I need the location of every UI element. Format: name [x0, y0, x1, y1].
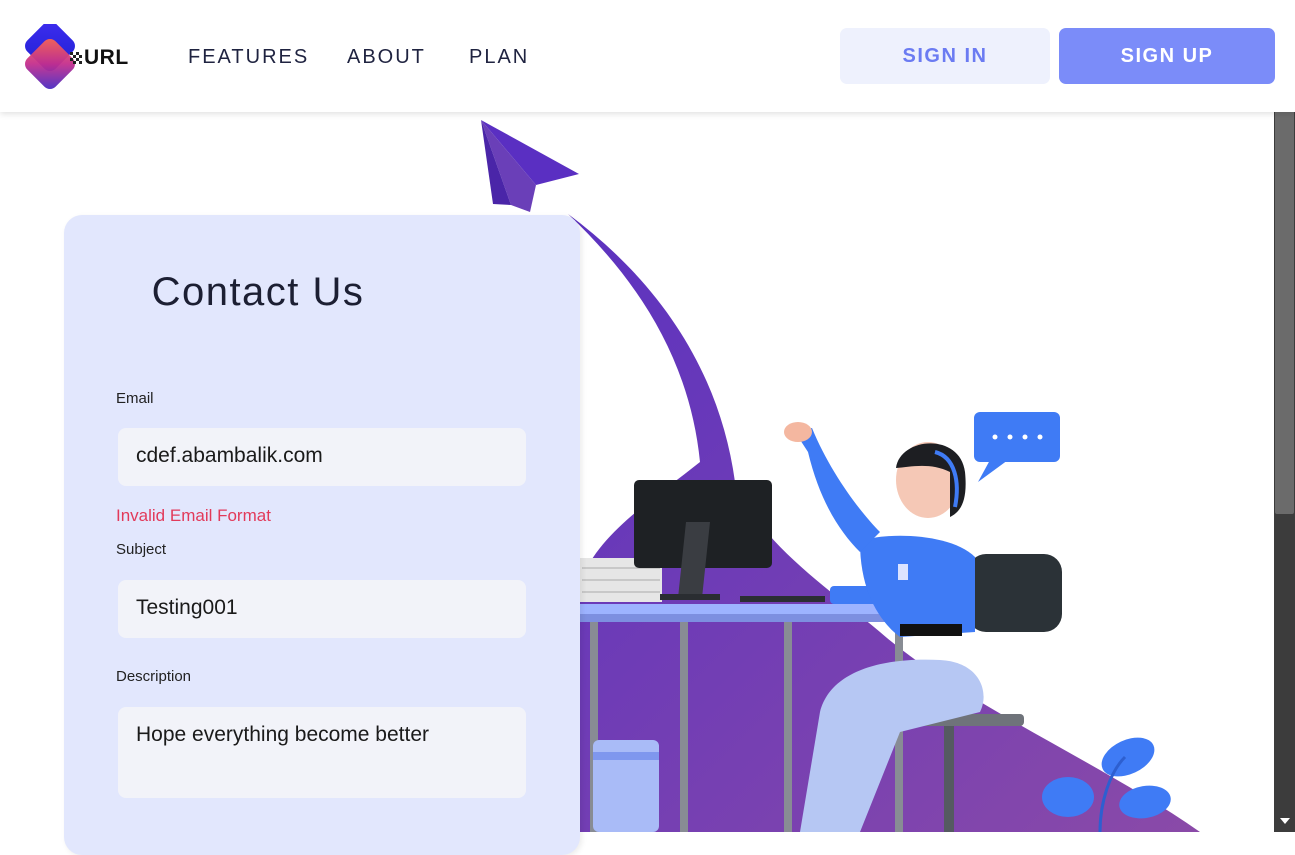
email-label: Email: [116, 390, 154, 407]
sign-up-button[interactable]: SIGN UP: [1059, 28, 1275, 84]
logo-text: URL: [84, 46, 129, 69]
description-label: Description: [116, 668, 192, 685]
chat-bubble-icon: [974, 412, 1060, 482]
sign-in-button[interactable]: SIGN IN: [840, 28, 1050, 84]
scrollbar-thumb[interactable]: [1275, 112, 1294, 514]
nav-features-link[interactable]: FEATURES: [188, 46, 309, 69]
scroll-down-arrow-icon[interactable]: [1280, 818, 1290, 824]
subject-field[interactable]: Testing001: [118, 580, 526, 638]
paper-plane-icon: [481, 120, 579, 212]
nav-plan-link[interactable]: PLAN: [469, 46, 529, 69]
contact-title: Contact Us: [151, 270, 365, 314]
subject-label: Subject: [116, 541, 167, 558]
nav-about-link[interactable]: ABOUT: [347, 46, 426, 69]
top-header: URL FEATURES ABOUT PLAN SIGN IN SIGN UP: [0, 0, 1295, 112]
email-field[interactable]: cdef.abambalik.com: [118, 428, 526, 486]
description-field[interactable]: Hope everything become better: [118, 707, 526, 798]
page-scrollbar[interactable]: [1274, 112, 1295, 832]
email-error-message: Invalid Email Format: [116, 506, 271, 525]
